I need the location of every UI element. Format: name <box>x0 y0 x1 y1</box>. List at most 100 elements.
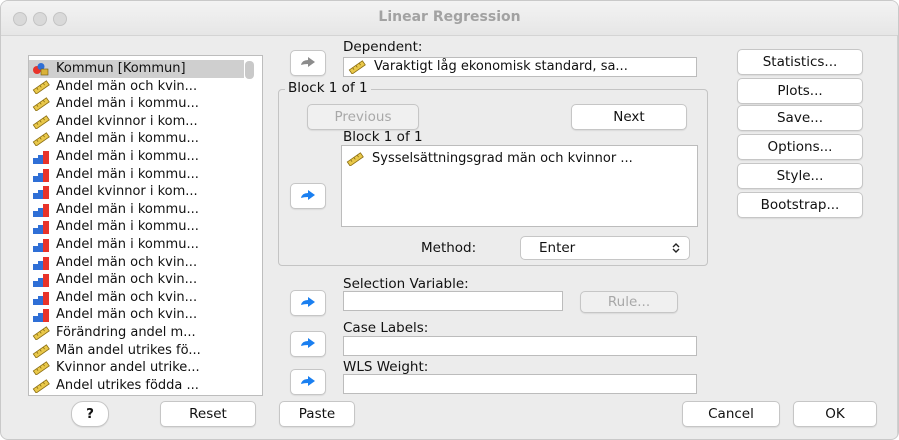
list-item[interactable]: Andel män och kvin... <box>29 254 244 272</box>
list-item[interactable]: Andel män och kvin... <box>29 78 244 96</box>
variable-list-scrollbar[interactable] <box>245 61 254 79</box>
list-item[interactable]: Andel kvinnor i kom... <box>29 183 244 201</box>
arrow-right-icon <box>301 376 315 386</box>
variable-label: Andel män i kommu... <box>56 237 199 252</box>
dialog-window: Linear Regression Kommun [Kommun] Andel m… <box>0 0 899 440</box>
bar-icon <box>32 308 50 323</box>
method-value: Enter <box>539 240 576 256</box>
variable-label: Andel män och kvin... <box>56 78 198 94</box>
previous-block-button[interactable]: Previous <box>307 104 419 130</box>
paste-button[interactable]: Paste <box>279 401 355 427</box>
list-item[interactable]: Andel män i kommu... <box>29 130 244 148</box>
variable-label: Kommun [Kommun] <box>56 61 186 76</box>
ruler-icon <box>32 97 50 112</box>
save-button[interactable]: Save... <box>737 105 863 131</box>
list-item[interactable]: Andel män i kommu... <box>29 201 244 219</box>
case-labels-label: Case Labels: <box>343 320 429 336</box>
rule-button[interactable]: Rule... <box>580 291 678 313</box>
scale-ruler-icon <box>346 152 364 166</box>
bar-icon <box>32 220 50 235</box>
arrow-right-icon <box>301 338 315 348</box>
variable-label: Andel utrikes födda ... <box>56 377 199 393</box>
variable-label: Andel män i kommu... <box>56 166 199 182</box>
independents-list[interactable]: Sysselsättningsgrad män och kvinnor ... <box>341 145 698 227</box>
variable-label: Andel män i kommu... <box>56 131 199 147</box>
next-block-button[interactable]: Next <box>571 104 687 130</box>
list-item[interactable]: Förändring andel m... <box>29 324 244 342</box>
list-item[interactable]: Andel män och kvin... <box>29 271 244 289</box>
ruler-icon <box>32 379 50 394</box>
list-item[interactable]: Kvinnor andel utrike... <box>29 359 244 377</box>
bootstrap-button[interactable]: Bootstrap... <box>737 192 863 218</box>
move-to-dependent-button[interactable] <box>290 50 326 76</box>
variable-label: Förändring (procent... <box>56 394 198 395</box>
variable-label: Andel kvinnor i kom... <box>56 113 198 129</box>
nominal-icon <box>32 62 50 76</box>
move-to-selection-button[interactable] <box>290 290 326 316</box>
move-to-case-labels-button[interactable] <box>290 331 326 357</box>
selection-variable-field[interactable] <box>343 291 563 311</box>
bar-icon <box>32 291 50 305</box>
plots-button[interactable]: Plots... <box>737 78 863 104</box>
variable-label: Andel män och kvin... <box>56 254 198 270</box>
move-to-wls-button[interactable] <box>290 369 326 395</box>
bar-icon <box>32 238 50 252</box>
variable-label: Andel män och kvin... <box>56 307 198 323</box>
arrow-right-icon <box>301 190 315 200</box>
method-label: Method: <box>421 240 477 256</box>
list-item[interactable]: Andel män i kommu... <box>29 218 244 236</box>
variable-label: Män andel utrikes fö... <box>56 342 201 358</box>
ruler-icon <box>32 343 50 359</box>
list-item[interactable]: Andel män i kommu... <box>29 148 244 166</box>
bar-icon <box>32 168 50 182</box>
title-bar: Linear Regression <box>1 1 898 36</box>
ruler-icon <box>32 79 50 95</box>
list-item[interactable]: Andel män och kvin... <box>29 306 244 324</box>
variable-label: Andel män i kommu... <box>56 201 199 217</box>
method-select[interactable]: Enter <box>520 236 690 260</box>
list-item[interactable]: Män andel utrikes fö... <box>29 342 244 360</box>
variable-list[interactable]: Kommun [Kommun] Andel män och kvin... Ande… <box>28 55 263 396</box>
window-edge <box>897 35 898 439</box>
independent-item-label: Sysselsättningsgrad män och kvinnor ... <box>372 151 633 166</box>
bar-icon <box>32 185 50 200</box>
wls-weight-label: WLS Weight: <box>343 359 429 375</box>
help-button[interactable]: ? <box>71 401 109 427</box>
case-labels-field[interactable] <box>343 336 697 356</box>
list-item[interactable]: Andel män i kommu... <box>29 166 244 184</box>
reset-button[interactable]: Reset <box>160 401 256 427</box>
move-to-independents-button[interactable] <box>290 183 326 209</box>
dependent-value: Varaktigt låg ekonomisk standard, sa... <box>374 59 628 74</box>
variable-label: Andel kvinnor i kom... <box>56 184 198 200</box>
list-item[interactable]: Andel män och kvin... <box>29 289 244 307</box>
ok-button[interactable]: OK <box>793 401 877 427</box>
wls-weight-field[interactable] <box>343 374 697 394</box>
variable-label: Andel män i kommu... <box>56 219 199 235</box>
scale-ruler-icon <box>348 60 366 74</box>
options-button[interactable]: Options... <box>737 134 863 160</box>
variable-label: Andel män i kommu... <box>56 149 199 164</box>
cancel-button[interactable]: Cancel <box>682 401 780 427</box>
list-item[interactable]: Andel män i kommu... <box>29 236 244 254</box>
window-title: Linear Regression <box>378 9 521 25</box>
list-item[interactable]: Kommun [Kommun] <box>29 60 244 78</box>
selection-variable-label: Selection Variable: <box>343 276 469 292</box>
ruler-icon <box>32 132 50 147</box>
variable-label: Andel män i kommu... <box>56 96 199 112</box>
dependent-field[interactable]: Varaktigt låg ekonomisk standard, sa... <box>343 57 697 77</box>
ruler-icon <box>32 361 50 376</box>
list-item[interactable]: Andel män i kommu... <box>29 95 244 113</box>
bar-icon <box>32 256 50 270</box>
updown-chevron-icon <box>672 243 680 253</box>
variable-label: Kvinnor andel utrike... <box>56 360 200 376</box>
list-item[interactable]: Andel utrikes födda ... <box>29 377 244 395</box>
dependent-label: Dependent: <box>343 39 423 55</box>
list-item[interactable]: Andel kvinnor i kom... <box>29 113 244 131</box>
statistics-button[interactable]: Statistics... <box>737 49 863 75</box>
style-button[interactable]: Style... <box>737 163 863 189</box>
list-item[interactable]: Förändring (procent... <box>29 394 244 395</box>
variable-label: Andel män och kvin... <box>56 272 198 288</box>
bar-icon <box>32 150 50 164</box>
bar-icon <box>32 273 50 288</box>
block-inner-title: Block 1 of 1 <box>343 129 423 145</box>
